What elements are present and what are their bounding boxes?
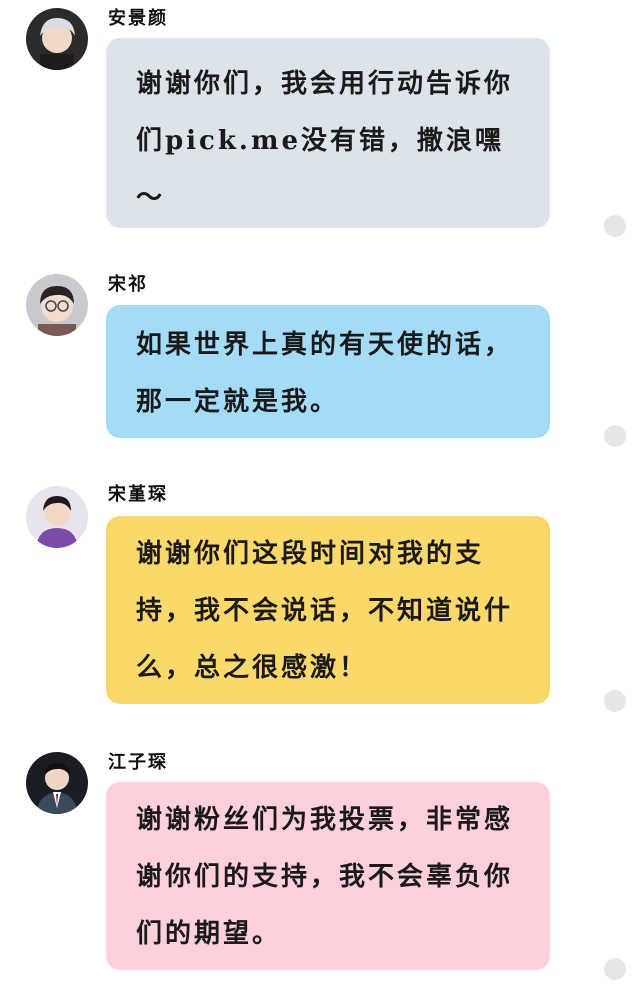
- message-bubble[interactable]: 谢谢你们这段时间对我的支持，我不会说话，不知道说什么，总之很感激！: [106, 516, 550, 704]
- user-avatar[interactable]: [26, 8, 88, 70]
- sender-name: 宋堇琛: [108, 484, 168, 505]
- status-dot[interactable]: [604, 425, 626, 447]
- status-dot[interactable]: [604, 958, 626, 980]
- avatar-purple-shirt-icon: [26, 486, 88, 548]
- message-text: 谢谢粉丝们为我投票，非常感谢你们的支持，我不会辜负你们的期望。: [136, 805, 514, 949]
- message-text: 谢谢你们这段时间对我的支持，我不会说话，不知道说什么，总之很感激！: [136, 539, 514, 683]
- status-dot[interactable]: [604, 215, 626, 237]
- avatar-silver-hair-icon: [26, 8, 88, 70]
- sender-name: 安景颜: [108, 8, 168, 29]
- user-avatar[interactable]: [26, 752, 88, 814]
- status-dot[interactable]: [604, 690, 626, 712]
- avatar-glasses-icon: [26, 274, 88, 336]
- sender-name: 江子琛: [108, 752, 168, 773]
- user-avatar[interactable]: [26, 486, 88, 548]
- user-avatar[interactable]: [26, 274, 88, 336]
- message-bubble[interactable]: 谢谢你们，我会用行动告诉你们pick.me没有错，撒浪嘿～: [106, 38, 550, 228]
- message-bubble[interactable]: 如果世界上真的有天使的话，那一定就是我。: [106, 305, 550, 438]
- sender-name: 宋祁: [108, 274, 148, 295]
- avatar-suit-icon: [26, 752, 88, 814]
- message-text: 如果世界上真的有天使的话，那一定就是我。: [136, 330, 514, 417]
- message-bubble[interactable]: 谢谢粉丝们为我投票，非常感谢你们的支持，我不会辜负你们的期望。: [106, 782, 550, 970]
- message-text: 谢谢你们，我会用行动告诉你们pick.me没有错，撒浪嘿～: [136, 69, 514, 213]
